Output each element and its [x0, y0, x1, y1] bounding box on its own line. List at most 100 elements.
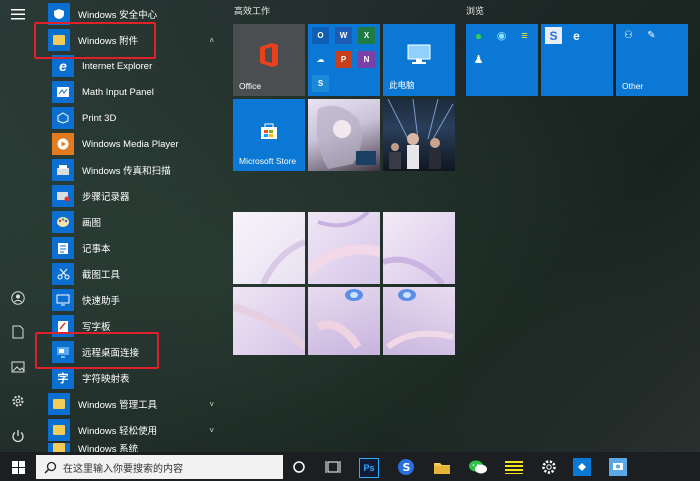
notes-icon[interactable] [503, 456, 525, 478]
qq-icon: ♟ [470, 51, 487, 68]
app-label: 画图 [82, 218, 102, 229]
search-icon [44, 461, 57, 473]
onedrive-icon: ☁ [312, 51, 329, 68]
store-icon [261, 123, 277, 139]
app-label: Print 3D [82, 112, 117, 124]
app-snipping-tool[interactable]: 截图工具 [36, 261, 226, 287]
app-label: Math Input Panel [82, 86, 154, 98]
search-placeholder: 在这里输入你要搜索的内容 [63, 463, 183, 475]
power-icon[interactable] [8, 426, 28, 446]
cortana-icon[interactable] [288, 456, 310, 478]
document-icon[interactable] [8, 322, 28, 342]
tile-photo-stage[interactable] [383, 99, 455, 171]
tile-art-4[interactable] [233, 287, 305, 355]
folder-icon [48, 443, 70, 452]
taskbar-search-box[interactable]: 在这里输入你要搜索的内容 [36, 455, 283, 479]
app-label: 写字板 [82, 322, 111, 333]
art-face-left [316, 289, 363, 350]
tile-browse-apps[interactable]: ● ◉ ≡ ♟ [466, 24, 538, 96]
art-fragment [260, 239, 305, 284]
tile-other[interactable]: ⚇ ✎ Other [616, 24, 688, 96]
tile-art-2[interactable] [308, 212, 380, 284]
app-steps-recorder[interactable]: 步骤记录器 [36, 183, 226, 209]
anime-artwork [316, 105, 376, 169]
task-view-icon[interactable] [322, 456, 344, 478]
file-explorer-icon[interactable] [431, 456, 453, 478]
app-fax-and-scan[interactable]: Windows 传真和扫描 [36, 157, 226, 183]
folder-icon [48, 419, 70, 441]
tile-label: Microsoft Store [239, 156, 297, 166]
skype-icon: S [312, 75, 329, 92]
character-map-icon: 字 [52, 367, 74, 389]
hamburger-icon[interactable] [8, 4, 28, 24]
tile-office[interactable]: Office [233, 24, 305, 96]
wechat-icon[interactable] [467, 456, 489, 478]
fax-icon [52, 159, 74, 181]
app-label: 记事本 [82, 244, 111, 255]
tile-art-5[interactable] [308, 287, 380, 355]
folder-icon [48, 393, 70, 415]
onenote-icon: N [358, 51, 375, 68]
notepad-icon [52, 237, 74, 259]
office-icon [260, 43, 278, 67]
highlight-windows-accessories [34, 22, 156, 59]
app-label: Internet Explorer [82, 60, 153, 72]
edge-icon: e [568, 27, 585, 44]
sogou-icon[interactable]: S [395, 456, 417, 478]
art-fragment [383, 224, 446, 284]
steps-recorder-icon [52, 185, 74, 207]
tile-this-pc[interactable]: 此电脑 [383, 24, 455, 96]
app2-icon[interactable] [609, 458, 627, 476]
folder-windows-admin-tools[interactable]: Windows 管理工具 ˅ [36, 391, 226, 417]
tile-microsoft-store[interactable]: Microsoft Store [233, 99, 305, 171]
folder-label: Windows 轻松使用 [78, 426, 158, 437]
settings-icon[interactable] [538, 456, 560, 478]
tile-sogou[interactable]: S e [541, 24, 613, 96]
app-label: 快速助手 [82, 296, 121, 307]
folder-windows-system[interactable]: Windows 系统 [36, 443, 226, 452]
tile-art-6[interactable] [383, 287, 455, 355]
svg-text:S: S [403, 461, 411, 474]
section-productivity: 高效工作 [234, 6, 271, 16]
math-input-icon [52, 81, 74, 103]
quick-assist-icon [52, 289, 74, 311]
print3d-icon [52, 107, 74, 129]
tile-label: Office [239, 81, 262, 91]
windows-start-icon[interactable] [7, 456, 29, 478]
sticky-icon: ≡ [516, 27, 533, 44]
app-windows-media-player[interactable]: Windows Media Player [36, 131, 226, 157]
chevron-down-icon: ˅ [209, 425, 214, 435]
app-label: Windows 传真和扫描 [82, 166, 171, 177]
tile-photo-anime[interactable] [308, 99, 380, 171]
app-paint[interactable]: 画图 [36, 209, 226, 235]
app-list: Windows 安全中心 Windows 附件 ˄ e Internet Exp… [36, 0, 226, 452]
app-notepad[interactable]: 记事本 [36, 235, 226, 261]
app-quick-assist[interactable]: 快速助手 [36, 287, 226, 313]
media-player-icon [52, 133, 74, 155]
people-icon: ⚇ [620, 27, 637, 44]
tile-label: Other [622, 81, 644, 91]
start-rail [0, 0, 36, 452]
app-label: 截图工具 [82, 270, 121, 281]
app-label: Windows Media Player [82, 138, 179, 150]
tile-label: 此电脑 [389, 80, 415, 90]
pictures-icon[interactable] [8, 357, 28, 377]
app-math-input-panel[interactable]: Math Input Panel [36, 79, 226, 105]
sogou-icon: S [545, 27, 562, 44]
tile-office-apps[interactable]: O W X ☁ P N S [308, 24, 380, 96]
tile-art-1[interactable] [233, 212, 305, 284]
art-fragment [308, 212, 380, 276]
computer-icon [407, 44, 431, 64]
app-label: Windows 安全中心 [78, 10, 158, 21]
settings-icon[interactable] [8, 391, 28, 411]
highlight-remote-desktop [35, 332, 159, 369]
photoshop-icon[interactable]: Ps [359, 458, 379, 478]
app-icon[interactable] [573, 458, 591, 476]
app-label: 字符映射表 [82, 374, 130, 385]
art-fragment [233, 303, 305, 350]
folder-windows-ease-of-access[interactable]: Windows 轻松使用 ˅ [36, 417, 226, 443]
user-icon[interactable] [8, 288, 28, 308]
paint-icon [52, 211, 74, 233]
app-print-3d[interactable]: Print 3D [36, 105, 226, 131]
tile-art-3[interactable] [383, 212, 455, 284]
